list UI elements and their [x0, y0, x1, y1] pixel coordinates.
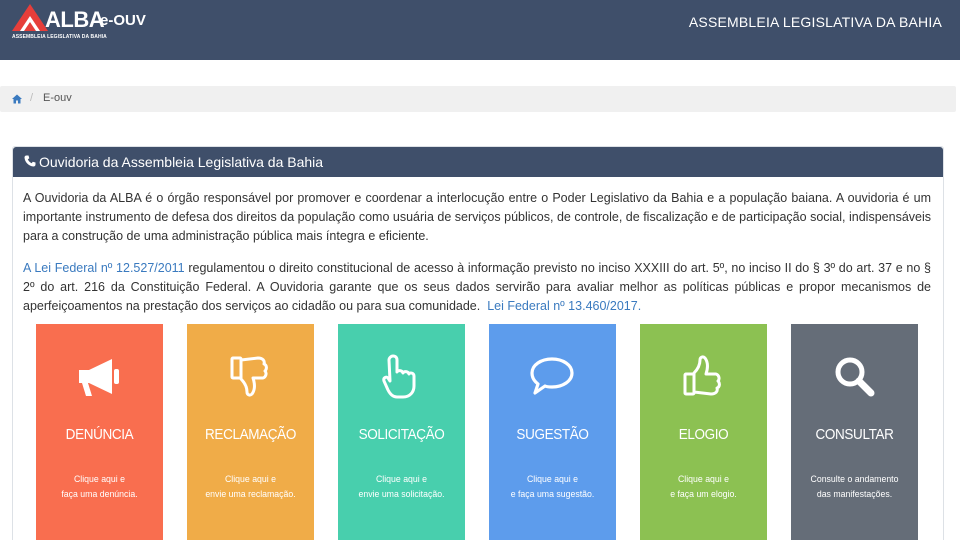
logo-tagline: ASSEMBLEIA LEGISLATIVA DA BAHIA [12, 34, 107, 40]
tile-reclamacao[interactable]: RECLAMAÇÃO Clique aqui e envie uma recla… [187, 324, 314, 540]
tile-desc-line1: Clique aqui e [526, 474, 579, 485]
tile-description: Consulte o andamento das manifestações. [796, 472, 913, 502]
lei-12527-link[interactable]: A Lei Federal nº 12.527/2011 [23, 261, 185, 275]
tile-desc-line1: Clique aqui e [677, 474, 730, 485]
tile-description: Clique aqui e faça uma denúncia. [41, 472, 158, 502]
tile-solicitacao[interactable]: SOLICITAÇÃO Clique aqui e envie uma soli… [338, 324, 465, 540]
tile-sugestao[interactable]: SUGESTÃO Clique aqui e e faça uma sugest… [489, 324, 616, 540]
tile-desc-line1: Clique aqui e [224, 474, 277, 485]
tile-desc-line1: Consulte o andamento [810, 474, 899, 485]
breadcrumb-current: E-ouv [43, 92, 72, 104]
home-icon[interactable] [12, 94, 22, 104]
tile-desc-line2: envie uma solicitação. [358, 489, 445, 500]
speech-bubble-icon [530, 357, 574, 395]
alba-logo[interactable]: ALBA e-OUV ASSEMBLEIA LEGISLATIVA DA BAH… [10, 2, 160, 42]
tile-desc-line1: Clique aqui e [73, 474, 126, 485]
lei-13460-link[interactable]: Lei Federal nº 13.460/2017. [487, 299, 641, 313]
tile-label: SUGESTÃO [516, 426, 589, 443]
tile-denuncia[interactable]: DENÚNCIA Clique aqui e faça uma denúncia… [36, 324, 163, 540]
tile-description: Clique aqui e envie uma solicitação. [343, 472, 460, 502]
tile-label: CONSULTAR [815, 426, 894, 443]
tile-desc-line2: envie uma reclamação. [205, 489, 296, 500]
breadcrumb: / E-ouv [0, 86, 956, 112]
phone-icon [24, 155, 36, 167]
tile-desc-line1: Clique aqui e [375, 474, 428, 485]
megaphone-icon [79, 359, 119, 396]
tile-desc-line2: e faça um elogio. [670, 489, 737, 500]
tile-description: Clique aqui e e faça uma sugestão. [494, 472, 611, 502]
tile-description: Clique aqui e envie uma reclamação. [192, 472, 309, 502]
header-title: ASSEMBLEIA LEGISLATIVA DA BAHIA [688, 14, 942, 30]
logo-name: ALBA [45, 7, 105, 32]
search-icon [835, 357, 875, 397]
tile-label: SOLICITAÇÃO [358, 426, 445, 443]
tile-label: ELOGIO [678, 426, 729, 443]
breadcrumb-separator: / [30, 92, 34, 104]
ouvidoria-panel: Ouvidoria da Assembleia Legislativa da B… [12, 146, 944, 540]
hand-pointer-icon [382, 354, 416, 399]
tile-consultar[interactable]: CONSULTAR Consulte o andamento das manif… [791, 324, 918, 540]
tile-label: DENÚNCIA [65, 426, 134, 443]
thumbs-up-icon [683, 355, 721, 396]
tile-elogio[interactable]: ELOGIO Clique aqui e e faça um elogio. [640, 324, 767, 540]
tile-desc-line2: faça uma denúncia. [61, 489, 138, 500]
panel-title: Ouvidoria da Assembleia Legislativa da B… [39, 154, 324, 170]
tile-label: RECLAMAÇÃO [205, 426, 296, 443]
tile-description: Clique aqui e e faça um elogio. [645, 472, 762, 502]
tile-desc-line2: das manifestações. [816, 489, 893, 500]
tile-desc-line2: e faça uma sugestão. [510, 489, 595, 500]
law-paragraph: A Lei Federal nº 12.527/2011 regulamento… [23, 259, 931, 316]
intro-paragraph: A Ouvidoria da ALBA é o órgão responsáve… [23, 191, 931, 243]
logo-sub: e-OUV [100, 12, 146, 29]
thumbs-down-icon [230, 356, 268, 397]
top-header: ALBA e-OUV ASSEMBLEIA LEGISLATIVA DA BAH… [0, 0, 960, 60]
alba-logo-mark-icon [12, 4, 48, 31]
panel-heading: Ouvidoria da Assembleia Legislativa da B… [13, 147, 943, 177]
